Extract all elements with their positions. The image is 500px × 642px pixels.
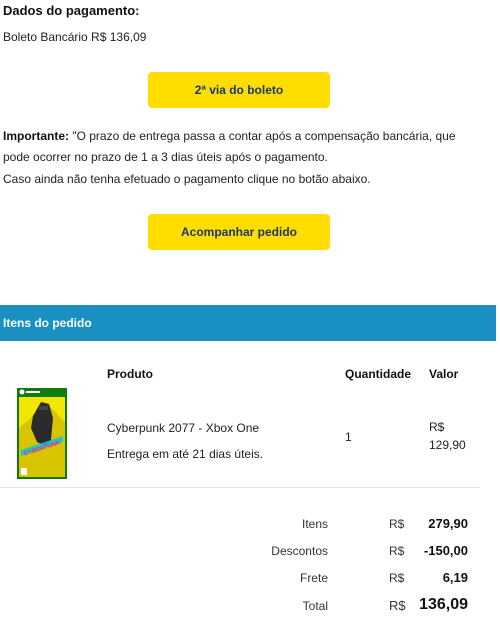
column-header-product: Produto: [107, 367, 153, 381]
total-row-value: -150,00: [423, 543, 468, 558]
total-row-currency: R$: [389, 571, 405, 585]
boleto-copy-button[interactable]: 2ª via do boleto: [148, 72, 330, 108]
product-value: 129,90: [429, 438, 466, 452]
track-button-label: Acompanhar pedido: [180, 225, 297, 239]
game-box-cover-icon: CYBERPUNK: [17, 388, 67, 479]
track-order-button[interactable]: Acompanhar pedido: [148, 214, 330, 250]
total-row-label: Descontos: [271, 544, 328, 558]
important-notice: Importante: "O prazo de entrega passa a …: [3, 126, 473, 168]
grand-total-currency: R$: [389, 598, 406, 613]
product-quantity: 1: [345, 430, 352, 444]
important-text: "O prazo de entrega passa a contar após …: [3, 129, 456, 164]
total-row-label: Itens: [301, 517, 328, 531]
items-section-header: Itens do pedido: [0, 305, 496, 341]
items-section-title: Itens do pedido: [3, 316, 92, 330]
product-delivery: Entrega em até 21 dias úteis.: [107, 447, 264, 461]
grand-total-value: 136,09: [419, 596, 468, 613]
total-row-currency: R$: [389, 517, 405, 531]
total-row-value: 279,90: [428, 516, 468, 531]
product-currency: R$: [429, 420, 445, 434]
items-divider: [0, 487, 480, 488]
column-header-value: Valor: [429, 367, 459, 381]
total-row-value: 6,19: [442, 570, 468, 585]
boleto-button-label: 2ª via do boleto: [194, 83, 284, 97]
grand-total-label: Total: [302, 599, 328, 613]
column-header-quantity: Quantidade: [345, 367, 412, 381]
payment-hint: Caso ainda não tenha efetuado o pagament…: [3, 172, 371, 186]
product-name: Cyberpunk 2077 - Xbox One: [107, 421, 260, 435]
total-row-currency: R$: [389, 544, 405, 558]
important-label: Importante:: [3, 129, 69, 143]
payment-title: Dados do pagamento:: [3, 3, 140, 18]
total-row-label: Frete: [299, 571, 328, 585]
payment-method: Boleto Bancário R$ 136,09: [3, 30, 147, 44]
